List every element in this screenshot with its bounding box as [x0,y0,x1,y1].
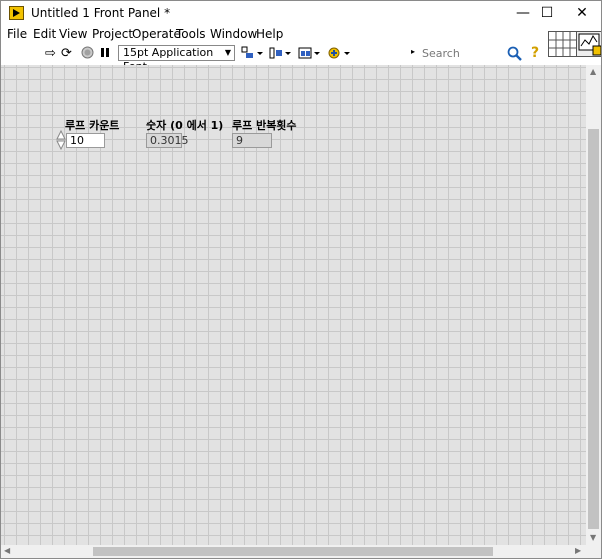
horizontal-scroll-thumb[interactable] [93,547,493,556]
close-icon[interactable]: ✕ [559,1,601,25]
front-panel-canvas[interactable]: 루프 카운트 10 숫자 (0 에서 1) 0.3015 루프 반복횟수 9 [1,65,586,545]
vi-icon[interactable] [576,31,601,57]
menu-tools[interactable]: Tools [176,27,206,41]
search-box[interactable]: ▸ [411,45,524,62]
connector-pane-icon[interactable] [548,31,578,57]
menu-file[interactable]: File [7,27,27,41]
menu-bar: File Edit View Project Operate Tools Win… [1,25,601,44]
font-select[interactable]: 15pt Application Font ▼ [118,45,235,73]
horizontal-scrollbar[interactable]: ◀ ▶ [1,545,586,558]
menu-window[interactable]: Window [210,27,257,41]
align-objects-icon[interactable] [241,46,263,61]
scroll-left-icon[interactable]: ◀ [4,546,10,555]
increment-decrement-icon[interactable] [56,129,66,151]
number-indicator: 0.3015 [146,133,189,148]
resize-objects-icon[interactable] [298,46,320,61]
reorder-icon[interactable] [327,46,351,61]
loop-count-control[interactable]: 10 [66,133,105,148]
menu-help[interactable]: Help [256,27,283,41]
vertical-scroll-thumb[interactable] [588,129,599,529]
pause-icon[interactable] [99,46,111,61]
run-continuously-icon[interactable]: ⟳ [61,46,72,61]
distribute-objects-icon[interactable] [269,46,291,61]
caret-right-icon: ▸ [411,47,416,56]
search-icon[interactable] [506,45,523,62]
loop-count-label: 루프 카운트 [65,119,120,132]
window-title: Untitled 1 Front Panel * [31,6,171,20]
menu-view[interactable]: View [59,27,87,41]
run-arrow-icon[interactable]: ⇨ [45,46,56,61]
menu-edit[interactable]: Edit [33,27,56,41]
vertical-scrollbar[interactable]: ▲ ▼ [586,65,601,545]
number-label: 숫자 (0 에서 1) [146,119,224,132]
scroll-corner [586,545,601,558]
labview-app-icon [9,6,24,20]
iteration-indicator: 9 [232,133,272,148]
scroll-right-icon[interactable]: ▶ [575,546,581,555]
toolbar: ⇨ ⟳ 15pt Application Font ▼ ▸ ? [1,44,601,73]
abort-icon[interactable] [81,46,94,61]
scroll-up-icon[interactable]: ▲ [590,67,596,76]
iteration-label: 루프 반복횟수 [232,119,297,132]
menu-project[interactable]: Project [92,27,133,41]
title-bar[interactable]: Untitled 1 Front Panel * — ☐ ✕ [1,1,601,25]
front-panel-window: Untitled 1 Front Panel * — ☐ ✕ File Edit… [0,0,602,559]
menu-operate[interactable]: Operate [132,27,181,41]
scroll-down-icon[interactable]: ▼ [590,533,596,542]
chevron-down-icon: ▼ [224,48,231,57]
context-help-icon[interactable]: ? [531,45,539,61]
